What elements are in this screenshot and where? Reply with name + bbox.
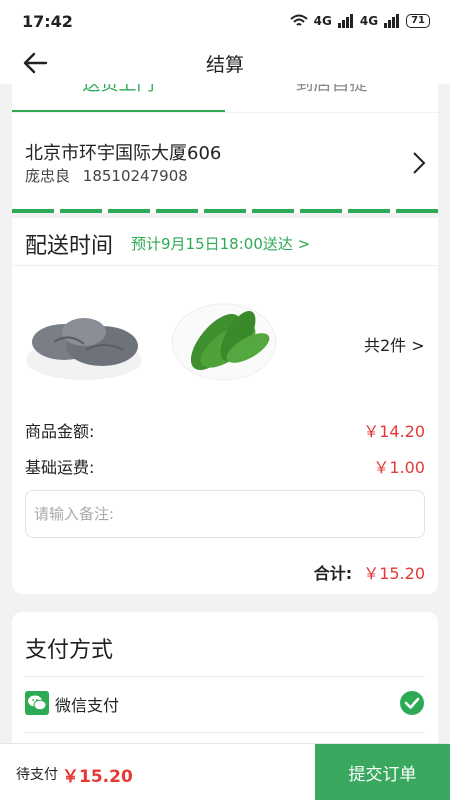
total-value: ￥15.20	[363, 564, 425, 583]
status-bar: 17:42 4G 4G 71	[0, 0, 450, 42]
address-card[interactable]: 北京市环宇国际大厦606 庞忠良 18510247908	[12, 113, 438, 213]
signal-icon-2	[384, 14, 400, 28]
status-time: 17:42	[22, 11, 73, 31]
nav-bar: 结算	[0, 42, 450, 84]
wifi-icon	[290, 14, 308, 26]
payment-divider-2	[25, 732, 425, 733]
contact-line: 庞忠良 18510247908	[25, 165, 188, 186]
oyster-mushroom-image	[26, 318, 142, 380]
address-stripe	[12, 209, 438, 213]
item-count-link[interactable]: 共2件 >	[364, 332, 425, 356]
shipping-fee-row: 基础运费: ￥1.00	[25, 454, 425, 478]
tab-store-pickup[interactable]: 到店自提	[225, 84, 438, 96]
order-card: 配送时间 预计9月15日18:00送达 > 共2件 > 商品金额: ￥14.20…	[12, 218, 438, 594]
back-arrow-icon[interactable]	[22, 50, 48, 76]
delivery-tabs: 送货上门 到店自提	[12, 84, 438, 112]
active-tab-underline	[12, 110, 225, 112]
check-circle-icon[interactable]	[399, 690, 425, 716]
payment-divider	[25, 676, 425, 677]
address-line: 北京市环宇国际大厦606	[25, 143, 222, 164]
total-row: 合计: ￥15.20	[314, 560, 425, 584]
shipping-fee-value: ￥1.00	[373, 458, 425, 477]
contact-phone: 18510247908	[82, 167, 188, 185]
payment-method-label: 微信支付	[55, 696, 120, 715]
goods-amount-row: 商品金额: ￥14.20	[25, 418, 425, 442]
signal-icon	[337, 14, 353, 28]
page-title: 结算	[205, 53, 244, 76]
goods-amount-label: 商品金额:	[25, 422, 95, 441]
contact-name: 庞忠良	[25, 167, 71, 185]
delivery-time-label: 配送时间	[25, 234, 114, 259]
pending-payment-label: 待支付	[16, 767, 58, 783]
submit-order-button[interactable]: 提交订单	[315, 744, 450, 800]
status-icons: 4G 4G 71	[290, 14, 430, 28]
battery-icon: 71	[406, 14, 430, 28]
cucumber-image	[171, 303, 277, 381]
bottom-bar: 待支付 ￥15.20 提交订单	[0, 743, 450, 800]
pending-payment-amount: ￥15.20	[62, 767, 133, 787]
tab-home-delivery[interactable]: 送货上门	[12, 84, 225, 96]
delivery-estimate[interactable]: 预计9月15日18:00送达 >	[131, 233, 310, 254]
goods-amount-value: ￥14.20	[363, 422, 425, 441]
payment-card: 支付方式 微信支付	[12, 612, 438, 752]
network-label-2: 4G	[359, 14, 379, 28]
wechat-pay-icon	[25, 691, 49, 715]
payment-title: 支付方式	[25, 638, 114, 663]
chevron-right-icon	[413, 152, 426, 174]
delivery-time-row[interactable]: 配送时间 预计9月15日18:00送达 >	[12, 218, 438, 266]
note-input[interactable]	[25, 490, 425, 538]
total-label: 合计:	[313, 564, 353, 583]
shipping-fee-label: 基础运费:	[25, 458, 95, 477]
network-label: 4G	[313, 14, 332, 28]
payment-option-wechat[interactable]: 微信支付	[25, 687, 425, 723]
